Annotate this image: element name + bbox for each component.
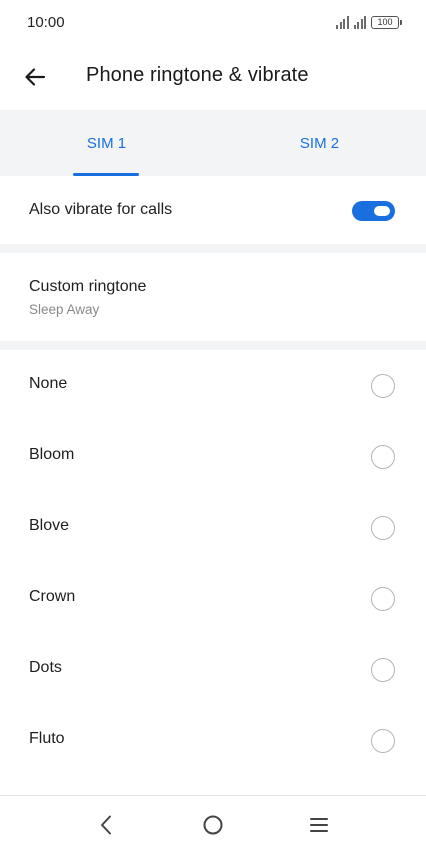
nav-home-button[interactable] <box>195 808 231 842</box>
radio-button[interactable] <box>371 729 395 753</box>
battery-level: 100 <box>371 15 399 29</box>
battery-icon: 100 <box>371 15 402 29</box>
signal-sim1-icon <box>336 15 349 29</box>
arrow-left-icon <box>25 68 46 86</box>
signal-sim2-icon <box>353 15 366 29</box>
ringtone-label: Bloom <box>29 446 75 463</box>
ringtone-list: None Bloom Blove Crown Dots Fluto <box>0 350 426 776</box>
ringtone-label: Crown <box>29 588 76 605</box>
nav-menu-button[interactable] <box>301 808 337 842</box>
vibrate-label: Also vibrate for calls <box>29 201 173 218</box>
status-time: 10:00 <box>27 14 65 31</box>
list-item[interactable]: Bloom <box>0 421 426 492</box>
system-nav-bar <box>0 795 426 852</box>
nav-menu-icon <box>310 818 328 832</box>
list-item[interactable]: Fluto <box>0 705 426 776</box>
toggle-knob <box>374 206 390 216</box>
list-item[interactable]: Blove <box>0 492 426 563</box>
ringtone-label: Blove <box>29 517 70 534</box>
ringtone-label: None <box>29 375 68 392</box>
list-item[interactable]: Crown <box>0 563 426 634</box>
custom-ringtone-value: Sleep Away <box>29 302 100 317</box>
app-bar: Phone ringtone & vibrate <box>0 48 426 106</box>
ringtone-label: Fluto <box>29 730 65 747</box>
radio-button[interactable] <box>371 658 395 682</box>
sim-tabs: SIM 1 SIM 2 <box>0 110 426 176</box>
radio-button[interactable] <box>371 374 395 398</box>
radio-button[interactable] <box>371 587 395 611</box>
ringtone-label: Dots <box>29 659 62 676</box>
list-item[interactable]: Dots <box>0 634 426 705</box>
custom-ringtone-title: Custom ringtone <box>29 278 147 295</box>
tab-sim2[interactable]: SIM 2 <box>213 110 426 176</box>
radio-button[interactable] <box>371 445 395 469</box>
vibrate-toggle[interactable] <box>352 201 395 221</box>
nav-home-icon <box>203 815 223 835</box>
radio-button[interactable] <box>371 516 395 540</box>
back-button[interactable] <box>16 58 54 96</box>
tab-sim1[interactable]: SIM 1 <box>0 110 213 176</box>
custom-ringtone-row[interactable]: Custom ringtone Sleep Away <box>0 253 426 341</box>
status-bar: 10:00 100 <box>0 0 426 44</box>
vibrate-row[interactable]: Also vibrate for calls <box>0 176 426 244</box>
nav-back-icon <box>101 815 111 835</box>
nav-back-button[interactable] <box>88 808 124 842</box>
section-divider <box>0 341 426 350</box>
page-title: Phone ringtone & vibrate <box>86 64 309 86</box>
list-item[interactable]: None <box>0 350 426 421</box>
status-icons: 100 <box>336 14 402 30</box>
section-divider <box>0 244 426 253</box>
